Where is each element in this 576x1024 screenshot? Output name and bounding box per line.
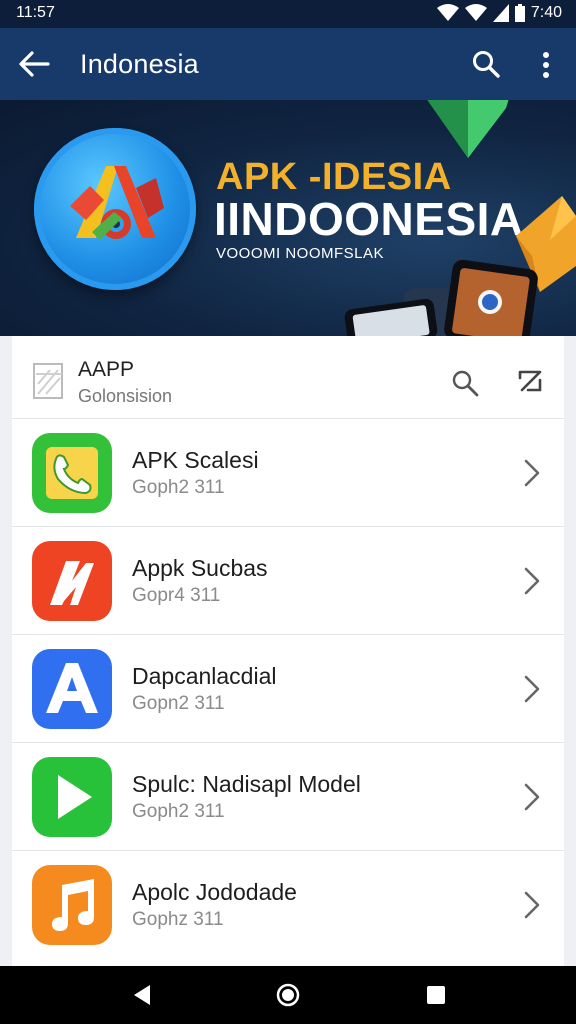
- chevron-right-icon[interactable]: [520, 889, 544, 921]
- wifi-icon: [436, 4, 459, 21]
- app-meta: Goph2 311: [132, 477, 225, 498]
- back-triangle-icon[interactable]: [130, 982, 156, 1008]
- list-item[interactable]: Spulc: Nadisapl Model Goph2 311: [12, 742, 564, 850]
- chevron-right-icon[interactable]: [520, 565, 544, 597]
- phone-app-icon: [32, 433, 112, 513]
- status-icons: 7:40: [436, 4, 562, 22]
- signal-icon: [492, 4, 509, 22]
- app-name: Spulc: Nadisapl Model: [132, 771, 361, 797]
- page-title: Indonesia: [80, 49, 199, 79]
- apk-logo: [34, 128, 196, 290]
- list-item[interactable]: APK Scalesi Goph2 311: [12, 418, 564, 526]
- chevron-right-icon[interactable]: [520, 457, 544, 489]
- app-name: Appk Sucbas: [132, 555, 268, 581]
- list-header-title: AAPP: [78, 358, 135, 381]
- app-name: Apolc Jododade: [132, 879, 297, 905]
- app-meta: Gopn2 311: [132, 693, 225, 714]
- chevron-right-icon[interactable]: [520, 673, 544, 705]
- app-meta: Gopr4 311: [132, 585, 221, 606]
- app-bar: Indonesia: [0, 28, 576, 100]
- list-item[interactable]: Appk Sucbas Gopr4 311: [12, 526, 564, 634]
- battery-icon: [514, 4, 525, 22]
- app-list-card: AAPP Golonsision APK Scalesi Goph2 311 A…: [12, 336, 564, 966]
- app-name: APK Scalesi: [132, 447, 259, 473]
- a-logo-blue-icon: [32, 649, 112, 729]
- status-bar: 11:57 7:40: [0, 0, 576, 28]
- home-circle-icon[interactable]: [275, 982, 301, 1008]
- chevron-right-icon[interactable]: [520, 781, 544, 813]
- list-header: AAPP Golonsision: [12, 336, 564, 418]
- status-time-right: 7:40: [530, 4, 562, 21]
- edit-icon[interactable]: [516, 368, 544, 396]
- apk-package-icon: [33, 363, 63, 399]
- banner-title: IINDOONESIA: [214, 193, 524, 245]
- recents-square-icon[interactable]: [423, 982, 449, 1008]
- list-header-subtitle: Golonsision: [78, 386, 173, 406]
- status-time: 11:57: [16, 4, 55, 21]
- arrow-left-icon[interactable]: [18, 50, 50, 78]
- a-logo-red-icon: [32, 541, 112, 621]
- search-icon[interactable]: [470, 48, 502, 80]
- play-icon: [32, 757, 112, 837]
- music-note-icon: [32, 865, 112, 945]
- app-name: Dapcanlacdial: [132, 663, 277, 689]
- wifi-icon: [464, 4, 487, 21]
- app-meta: Gophz 311: [132, 909, 224, 930]
- app-meta: Goph2 311: [132, 801, 225, 822]
- search-icon[interactable]: [450, 368, 480, 398]
- more-vert-icon[interactable]: [536, 50, 556, 80]
- hero-banner: APK -IDESIA IINDOONESIA VOOOMI NOOMFSLAK: [0, 100, 576, 336]
- list-item[interactable]: Dapcanlacdial Gopn2 311: [12, 634, 564, 742]
- green-gem-graphic: [427, 100, 509, 158]
- list-item[interactable]: Apolc Jododade Gophz 311: [12, 850, 564, 958]
- phones-graphic: [344, 259, 538, 336]
- system-nav-bar: [0, 966, 576, 1024]
